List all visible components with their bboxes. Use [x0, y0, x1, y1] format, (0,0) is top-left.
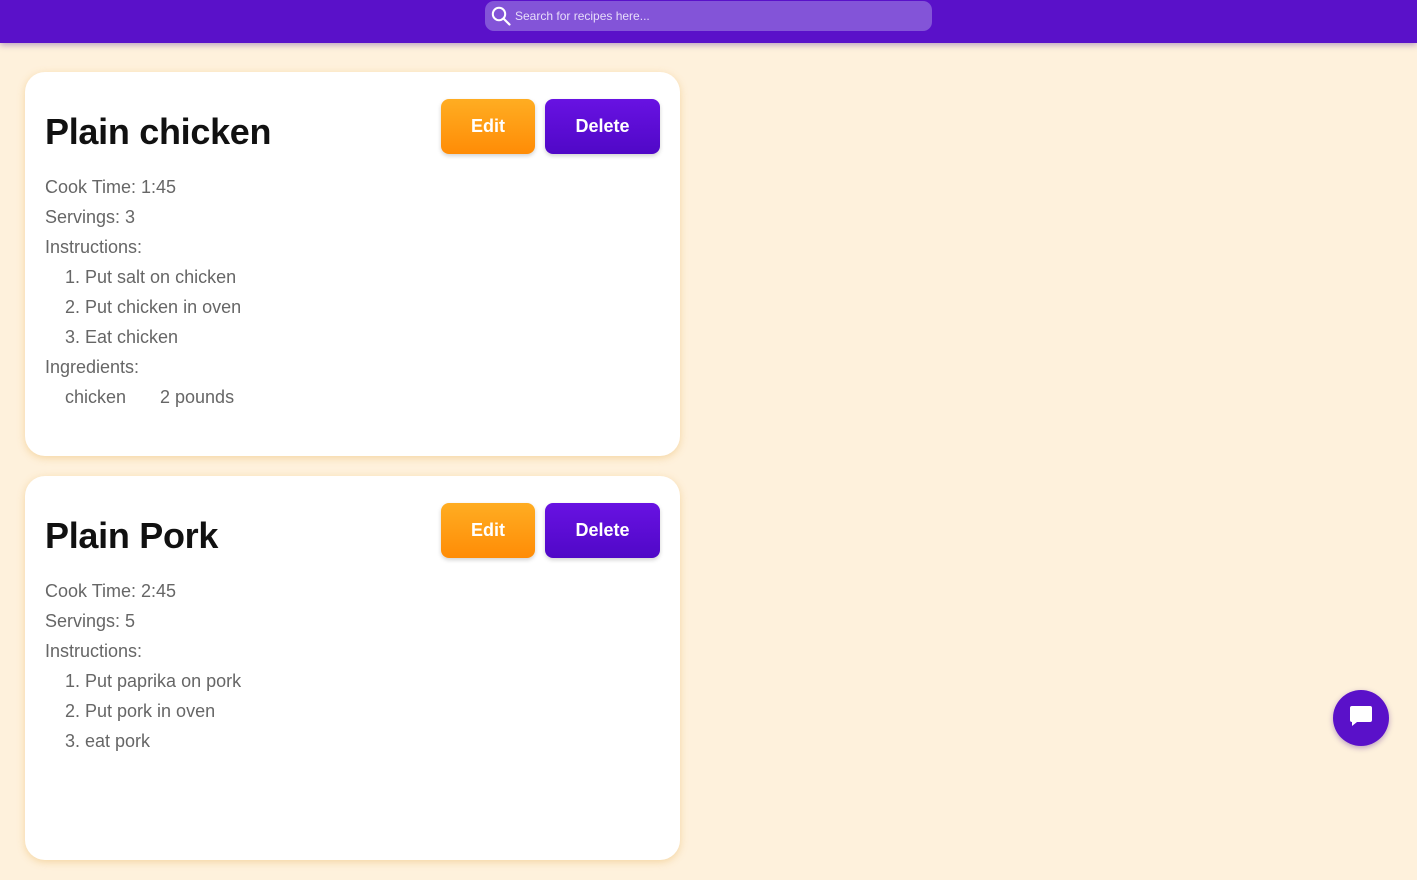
top-bar — [0, 0, 1417, 43]
instruction-step: 1. Put paprika on pork — [65, 671, 242, 691]
instruction-step: 3. Eat chicken — [65, 327, 179, 347]
search-input[interactable] — [515, 1, 932, 31]
instructions-label: Instructions: — [45, 237, 143, 257]
delete-button[interactable]: Delete — [545, 99, 660, 154]
recipe-details: Cook Time: 1:45 Servings: 3 Instructions… — [45, 172, 241, 412]
ingredient-row: chicken 2 pounds — [45, 382, 241, 412]
edit-button[interactable]: Edit — [441, 99, 535, 154]
servings: Servings: 3 — [45, 207, 136, 227]
recipe-list: Plain chicken Edit Delete Cook Time: 1:4… — [25, 72, 680, 880]
instructions-label: Instructions: — [45, 641, 143, 661]
recipe-details: Cook Time: 2:45 Servings: 5 Instructions… — [45, 576, 241, 756]
instruction-step: 1. Put salt on chicken — [65, 267, 237, 287]
instructions-list: 1. Put salt on chicken 2. Put chicken in… — [45, 262, 241, 352]
instruction-step: 2. Put chicken in oven — [65, 297, 242, 317]
ingredient-amount: 2 pounds — [160, 387, 235, 407]
chat-icon — [1349, 705, 1373, 732]
delete-button[interactable]: Delete — [545, 503, 660, 558]
chat-button[interactable] — [1333, 690, 1389, 746]
cook-time: Cook Time: 2:45 — [45, 581, 177, 601]
servings: Servings: 5 — [45, 611, 136, 631]
ingredients-label: Ingredients: — [45, 357, 140, 377]
instruction-step: 3. eat pork — [65, 731, 151, 751]
recipe-card: Plain Pork Edit Delete Cook Time: 2:45 S… — [25, 476, 680, 860]
instruction-step: 2. Put pork in oven — [65, 701, 216, 721]
instructions-list: 1. Put paprika on pork 2. Put pork in ov… — [45, 666, 241, 756]
recipe-title: Plain chicken — [45, 111, 272, 152]
search-bar[interactable] — [485, 1, 932, 31]
search-icon[interactable] — [491, 6, 511, 26]
recipe-title: Plain Pork — [45, 515, 219, 556]
recipe-card: Plain chicken Edit Delete Cook Time: 1:4… — [25, 72, 680, 456]
cook-time: Cook Time: 1:45 — [45, 177, 177, 197]
edit-button[interactable]: Edit — [441, 503, 535, 558]
ingredient-name: chicken — [65, 387, 127, 407]
